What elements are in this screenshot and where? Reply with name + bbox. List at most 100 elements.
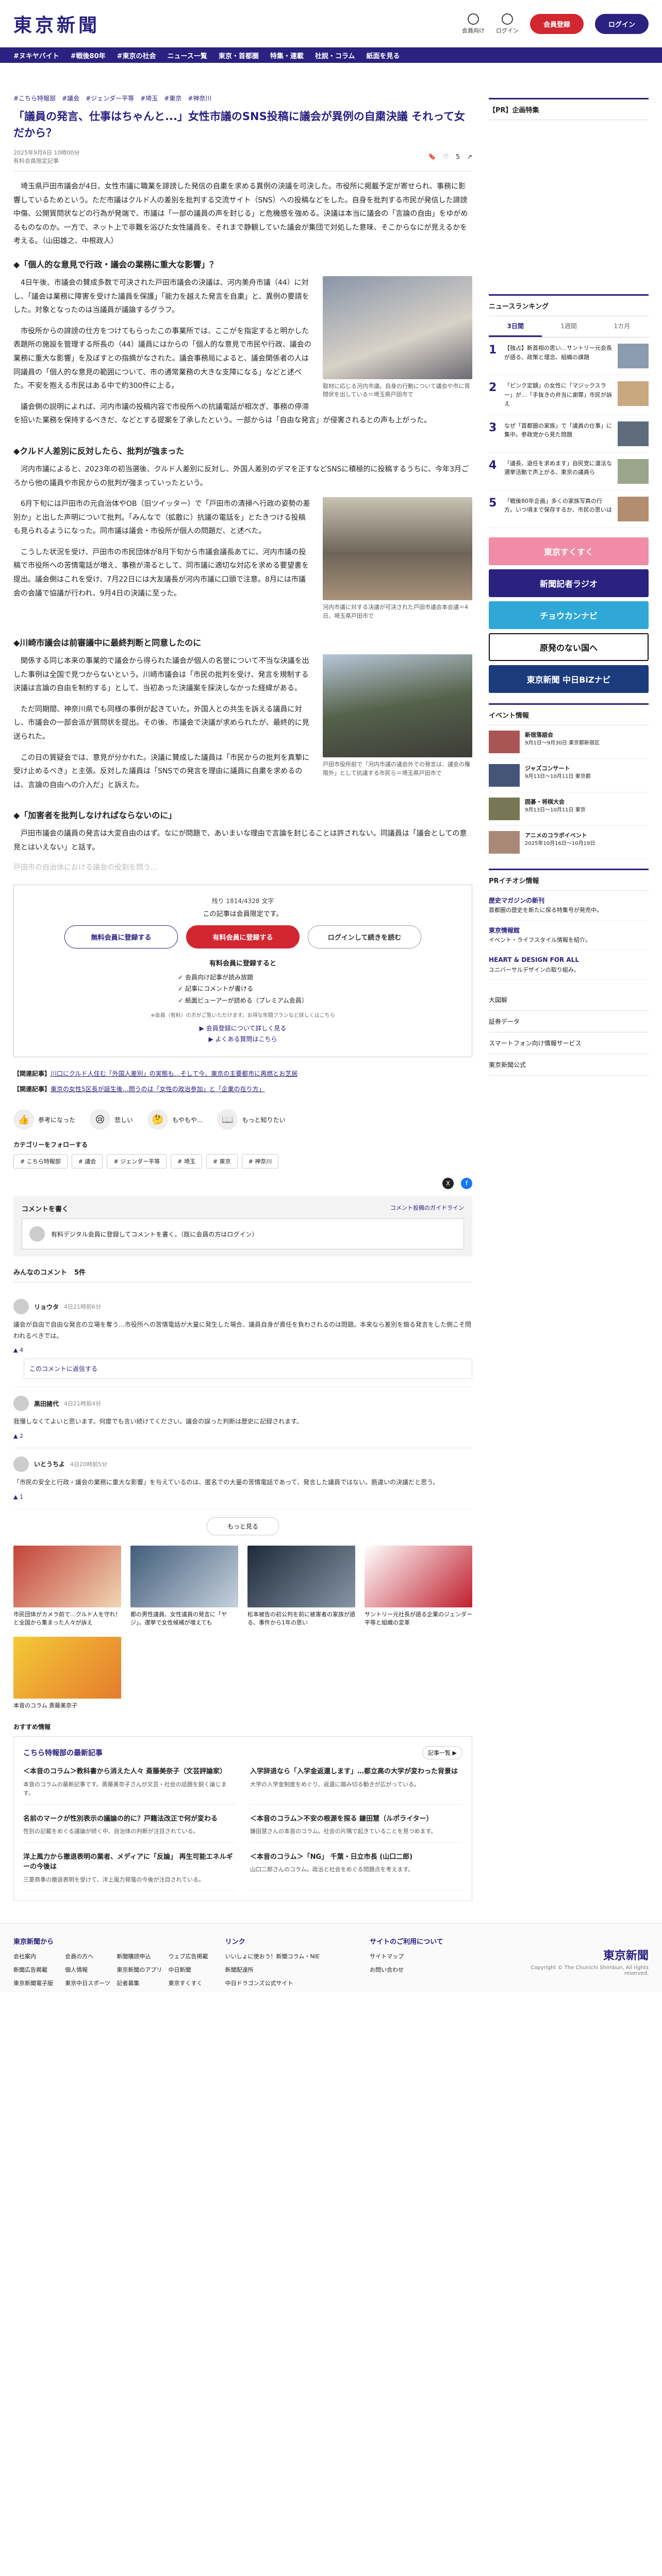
nav-item[interactable]: 紙面を見る [367,50,400,60]
footer-link[interactable]: 新聞広告掲載 [13,1965,60,1974]
comment-input[interactable]: 有料デジタル会員に登録してコメントを書く。（既に会員の方はログイン） [22,1218,464,1250]
thumb-card[interactable]: 松本被告の初公判を前に被害者の家族が語る、事件から1年の思い [247,1545,355,1628]
article-photo[interactable] [323,497,472,601]
tab-1week[interactable]: 1週間 [542,316,595,337]
footer-link[interactable]: 中日新聞 [168,1965,214,1974]
ranking-item[interactable]: 2 「ピンク定額」の女性に「マジックスラー」が…「手抜きの弁当に謝罪」市民が訴え [489,375,649,415]
tag-link[interactable]: #神奈川 [188,94,211,103]
tab-1month[interactable]: 1カ月 [595,316,649,337]
latest-article-item[interactable]: ＜本音のコラム＞不安の根源を探る 鎌田慧（ルポライター） 鎌田慧さんの本音のコラム… [250,1814,462,1843]
footer-logo[interactable]: 東京新聞 [515,1946,649,1963]
banner[interactable]: 東京すくすく [489,537,649,565]
footer-link[interactable]: 個人情報 [65,1965,111,1974]
nav-item[interactable]: 社説・コラム [315,50,355,60]
category-tag[interactable]: # 埼玉 [171,1154,202,1169]
comment-like[interactable]: ▲ 2 [13,1433,472,1439]
thumb-card[interactable]: 本音のコラム 斎藤美奈子 [13,1636,121,1710]
membership-info-link[interactable]: ▶ 会員登録について詳しく見る [25,1024,460,1032]
pr-item[interactable]: 歴史マガジンの新刊 首都圏の歴史を新たに探る特集号が発売中。 [489,891,649,921]
ranking-item[interactable]: 1 【独占】新首相の思い…サントリー元会長が語る、政策と理念、組織の課題 [489,337,649,375]
footer-link[interactable]: 中日ドラゴンズ公式サイト [225,1979,359,1987]
event-item[interactable]: 新宿落語会 9月1日～9月30日 東京都新宿区 [489,725,649,759]
reaction-unclear[interactable]: 🤔 もやもや... [147,1109,203,1130]
member-menu-button[interactable]: 会員向け [462,13,485,35]
footer-link[interactable]: 東京すくすく [168,1979,214,1987]
sidebar-link[interactable]: 大図解 [489,989,649,1011]
reaction-want-more[interactable]: 📖 もっと知りたい [217,1109,286,1130]
facebook-share-icon[interactable]: f [461,1178,472,1190]
tag-link[interactable]: #議会 [62,94,79,103]
ranking-item[interactable]: 3 なぜ「首都圏の家族」で「議員の仕事」に集中。参政党から見た問題 [489,415,649,453]
article-photo[interactable] [323,276,472,379]
free-register-button[interactable]: 無料会員に登録する [64,925,178,948]
footer-link[interactable]: 新聞配達所 [225,1965,359,1974]
footer-link[interactable]: 記者募集 [117,1979,163,1987]
category-tag[interactable]: # 神奈川 [241,1154,279,1169]
event-item[interactable]: アニメのコラボイベント 2025年10月16日～10月19日 [489,826,649,859]
banner[interactable]: 原発のない国へ [489,633,649,661]
article-list-button[interactable]: 記事一覧 ▶ [422,1746,462,1760]
footer-link[interactable]: 東京中日スポーツ [65,1979,111,1987]
reaction-useful[interactable]: 👍 参考になった [13,1109,75,1130]
nav-item[interactable]: #戦後80年 [71,50,106,60]
footer-link[interactable]: ウェブ広告掲載 [168,1952,214,1960]
login-button[interactable]: ログイン [594,13,649,34]
reaction-sad[interactable]: 😢 悲しい [90,1109,133,1130]
share-icon[interactable]: ↗ [467,153,472,160]
tag-link[interactable]: #東京 [164,94,181,103]
category-tag[interactable]: # 議会 [71,1154,103,1169]
pr-item[interactable]: HEART & DESIGN FOR ALL ユニバーサルデザインの取り組み。 [489,950,649,980]
tab-3days[interactable]: 3日間 [489,316,542,337]
event-item[interactable]: 囲碁・将棋大会 9月13日～10月11日 東京 [489,792,649,826]
footer-link[interactable]: 会社案内 [13,1952,60,1960]
reply-button[interactable]: このコメントに返信する [24,1359,472,1379]
nav-item[interactable]: #ヌキヤバイト [13,50,59,60]
thumb-card[interactable]: 市民団体がカメラ前で…クルド人を守れ！と全国から集まった人々が訴え [13,1545,121,1628]
banner[interactable]: 新聞記者ラジオ [489,569,649,597]
like-icon[interactable]: ♡ [443,153,449,160]
latest-article-item[interactable]: 入学辞退なら「入学金返還します」…都立高の大学が変わった背景は 大学の入学金制度を… [250,1767,462,1805]
more-comments-button[interactable]: もっと見る [207,1517,279,1535]
event-item[interactable]: ジャズコンサート 9月13日～10月11日 東京都 [489,759,649,792]
related-link[interactable]: 川口にクルド人住む「外国人差別」の実態も…そして今、東京の主要都市に再燃とお芝居 [51,1070,297,1077]
category-tag[interactable]: # こちら特報部 [13,1154,68,1169]
sidebar-link[interactable]: スマートフォン向け情報サービス [489,1032,649,1055]
login-continue-button[interactable]: ログインして続きを読む [308,925,421,948]
banner[interactable]: 東京新聞 中日BiZナビ [489,665,649,693]
footer-link[interactable]: お問い合わせ [370,1965,504,1974]
bookmark-icon[interactable]: 🔖 [428,153,436,160]
footer-link[interactable]: サイトマップ [370,1952,504,1960]
nav-item[interactable]: 東京・首都圏 [219,50,259,60]
ranking-item[interactable]: 5 「戦後80年企画」多くの家族写真の行方。いつ頃まで保存するか、市民の思いは [489,490,649,528]
nav-item[interactable]: #東京の社会 [117,50,156,60]
ranking-item[interactable]: 4 「議長、退任を求めます」自民党に違法な選挙活動で声上がる、東京の議員ら [489,453,649,490]
register-button[interactable]: 会員登録 [529,13,584,34]
sidebar-link[interactable]: 東京新聞公式 [489,1054,649,1076]
banner[interactable]: チョウカンナビ [489,601,649,629]
latest-article-item[interactable]: 洋上風力から撤退表明の業者、メディアに「反論」 再生可能エネルギーの今後は 三菱商… [23,1852,236,1891]
category-tag[interactable]: # ジェンダー平等 [107,1154,167,1169]
footer-link[interactable]: 新聞購読申込 [117,1952,163,1960]
comment-guideline-link[interactable]: コメント投稿のガイドライン [390,1204,464,1213]
nav-item[interactable]: ニュース一覧 [168,50,207,60]
comment-like[interactable]: ▲ 4 [13,1347,472,1353]
site-logo[interactable]: 東京新聞 [13,10,100,37]
tag-link[interactable]: #ジェンダー平等 [86,94,134,103]
article-photo[interactable] [323,654,472,758]
footer-link[interactable]: いいしょに使おう！新聞コラム・NIE [225,1952,359,1960]
footer-link[interactable]: 東京新聞のアプリ [117,1965,163,1974]
footer-link[interactable]: 会員の方へ [65,1952,111,1960]
latest-article-item[interactable]: ＜本音のコラム＞「NG」 千葉・日立市長 (山口二郎) 山口二郎さんのコラム。政治… [250,1852,462,1891]
latest-article-item[interactable]: 名前のマークが性別表示の議論の的に？戸籍法改正で何が変わる 性別の記載をめぐる議論… [23,1814,236,1843]
search-button[interactable]: ログイン [496,13,519,35]
tag-link[interactable]: #埼玉 [140,94,158,103]
pr-item[interactable]: 東京情報館 イベント・ライフスタイル情報を紹介。 [489,921,649,951]
category-tag[interactable]: # 東京 [206,1154,238,1169]
paid-register-button[interactable]: 有料会員に登録する [186,925,300,948]
faq-link[interactable]: ▶ よくある質問はこちら [25,1035,460,1043]
x-share-icon[interactable]: X [442,1178,454,1190]
nav-item[interactable]: 特集・連載 [270,50,304,60]
thumb-card[interactable]: サントリー元社長が語る企業のジェンダー平等と組織の変革 [365,1545,472,1628]
footer-link[interactable]: 東京新聞電子版 [13,1979,60,1987]
related-link[interactable]: 東京の女性5区長が誕生後…問うのは「女性の政治参加」と「企業の在り方」 [51,1086,265,1093]
